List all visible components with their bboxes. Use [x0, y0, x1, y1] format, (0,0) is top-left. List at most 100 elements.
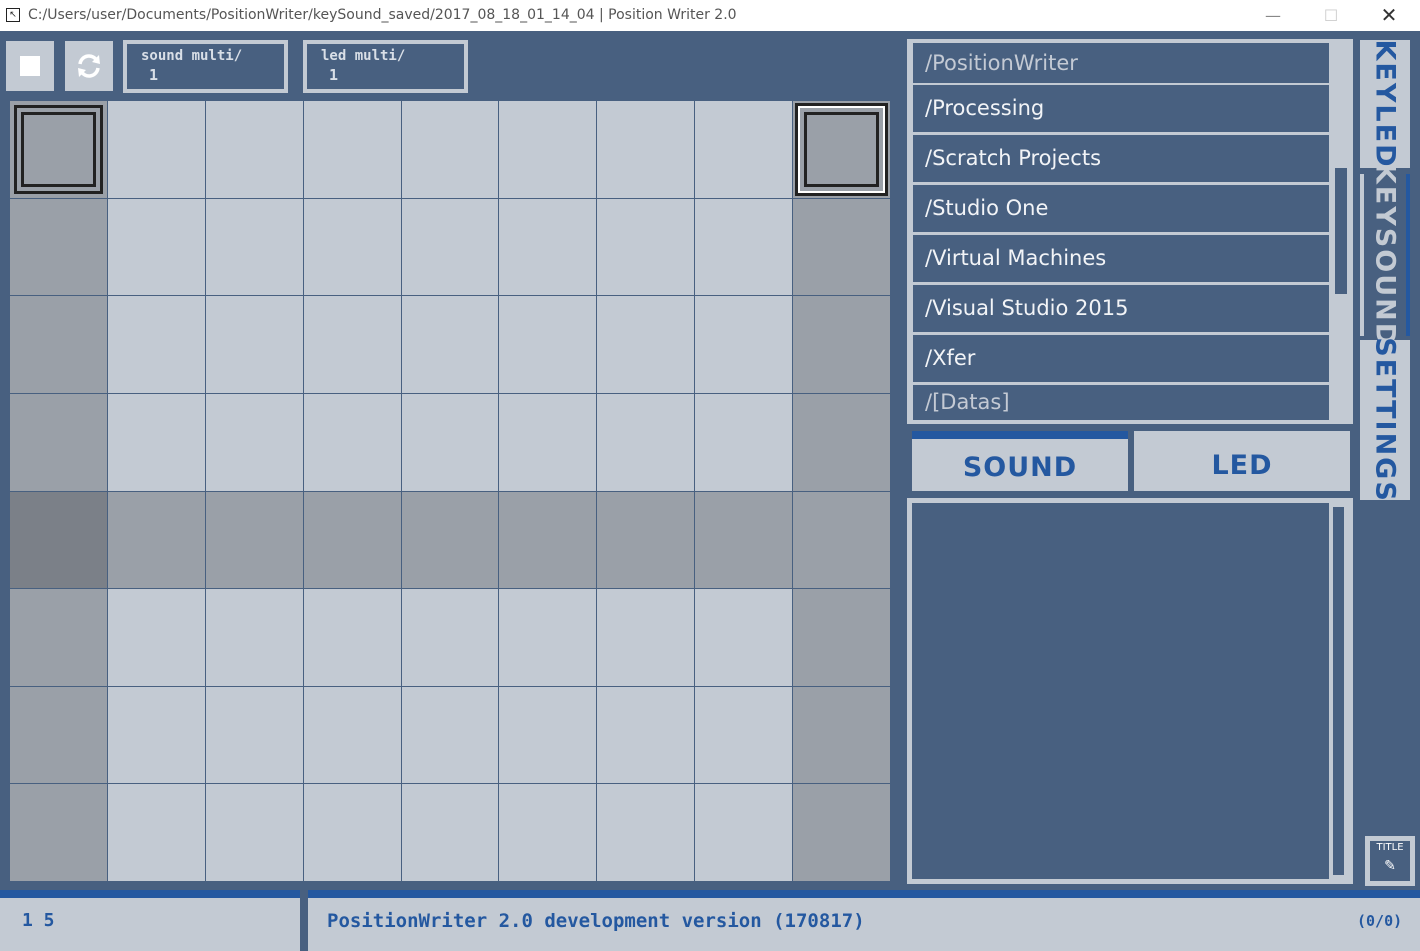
pad-cell[interactable] — [303, 491, 401, 589]
tab-keysound[interactable]: KEYSOUND — [1360, 163, 1410, 347]
pad-cell[interactable] — [107, 101, 205, 198]
pad-cell[interactable] — [597, 784, 695, 881]
pad-cell[interactable] — [205, 393, 303, 491]
tab-sound[interactable]: SOUND — [912, 431, 1128, 491]
pad-cell[interactable] — [401, 686, 499, 784]
pad-cell[interactable] — [107, 589, 205, 686]
window-title: C:/Users/user/Documents/PositionWriter/k… — [28, 7, 737, 23]
pad-cell[interactable] — [793, 393, 890, 491]
pad-cell[interactable] — [499, 101, 597, 198]
reload-button[interactable] — [65, 41, 113, 91]
pad-cell[interactable] — [303, 686, 401, 784]
pad-cell[interactable] — [10, 491, 107, 589]
tab-settings[interactable]: SETTINGS — [1360, 337, 1410, 503]
file-item[interactable]: /Virtual Machines — [913, 235, 1329, 282]
pad-cell[interactable] — [10, 296, 107, 393]
pad-cell[interactable] — [10, 198, 107, 296]
pad-cell[interactable] — [695, 784, 793, 881]
pad-cell[interactable] — [793, 589, 890, 686]
stop-icon — [20, 56, 40, 76]
pad-cell[interactable] — [695, 491, 793, 589]
pad-cell[interactable] — [597, 491, 695, 589]
pad-cell[interactable] — [10, 101, 107, 198]
pad-cell[interactable] — [499, 296, 597, 393]
pad-cell[interactable] — [499, 491, 597, 589]
file-item[interactable]: /Xfer — [913, 335, 1329, 382]
pad-cell[interactable] — [401, 101, 499, 198]
pad-cell[interactable] — [499, 784, 597, 881]
minimize-button[interactable]: — — [1250, 0, 1296, 31]
tab-keyled[interactable]: KEYLED — [1360, 40, 1410, 168]
tab-keysound-label: KEYSOUND — [1369, 162, 1401, 348]
pad-cell[interactable] — [793, 686, 890, 784]
file-item[interactable]: /[Datas] — [913, 385, 1329, 420]
pad-cell[interactable] — [597, 198, 695, 296]
pad-cell[interactable] — [107, 393, 205, 491]
pad-cell[interactable] — [793, 101, 890, 198]
pad-cell[interactable] — [205, 296, 303, 393]
pad-cell[interactable] — [695, 198, 793, 296]
pad-cell[interactable] — [10, 589, 107, 686]
pad-cell[interactable] — [793, 296, 890, 393]
pad-cell[interactable] — [695, 686, 793, 784]
pad-cell[interactable] — [303, 589, 401, 686]
close-button[interactable]: ✕ — [1366, 0, 1412, 31]
pad-cell[interactable] — [499, 393, 597, 491]
app-icon: ↖ — [6, 8, 20, 22]
stop-button[interactable] — [6, 41, 54, 91]
file-item[interactable]: /Processing — [913, 85, 1329, 132]
pad-cell[interactable] — [107, 491, 205, 589]
pad-cell[interactable] — [10, 393, 107, 491]
pad-cell[interactable] — [597, 296, 695, 393]
file-item[interactable]: /Scratch Projects — [913, 135, 1329, 182]
pad-cell[interactable] — [107, 198, 205, 296]
file-item[interactable]: /PositionWriter — [913, 43, 1329, 83]
file-item[interactable]: /Visual Studio 2015 — [913, 285, 1329, 332]
pad-cell[interactable] — [499, 198, 597, 296]
pad-cell[interactable] — [303, 393, 401, 491]
pad-cell[interactable] — [401, 393, 499, 491]
sound-list-panel — [907, 498, 1353, 884]
pad-cell[interactable] — [695, 101, 793, 198]
pad-cell[interactable] — [597, 686, 695, 784]
pad-cell[interactable] — [597, 589, 695, 686]
tab-led[interactable]: LED — [1134, 431, 1350, 491]
pad-cell[interactable] — [303, 296, 401, 393]
pad-cell[interactable] — [205, 198, 303, 296]
pad-cell[interactable] — [695, 296, 793, 393]
pad-cell[interactable] — [793, 491, 890, 589]
pad-cell[interactable] — [303, 198, 401, 296]
file-item[interactable]: /Studio One — [913, 185, 1329, 232]
pad-cell[interactable] — [205, 589, 303, 686]
pad-cell[interactable] — [499, 686, 597, 784]
pad-cell[interactable] — [401, 491, 499, 589]
pad-cell[interactable] — [303, 101, 401, 198]
maximize-button[interactable]: ☐ — [1308, 0, 1354, 31]
pad-cell[interactable] — [107, 296, 205, 393]
pad-cell[interactable] — [107, 686, 205, 784]
pad-cell[interactable] — [401, 784, 499, 881]
pad-cell[interactable] — [10, 784, 107, 881]
tab-keyled-label: KEYLED — [1369, 39, 1401, 169]
pad-cell[interactable] — [205, 686, 303, 784]
pad-cell[interactable] — [10, 686, 107, 784]
pad-cell[interactable] — [597, 101, 695, 198]
pad-cell[interactable] — [499, 589, 597, 686]
pad-cell[interactable] — [401, 296, 499, 393]
file-list-scroll-thumb[interactable] — [1335, 168, 1347, 294]
pad-cell[interactable] — [205, 784, 303, 881]
pad-cell[interactable] — [303, 784, 401, 881]
pad-cell[interactable] — [597, 393, 695, 491]
pad-cell[interactable] — [695, 589, 793, 686]
led-multi-field[interactable]: led multi/ 1 — [303, 40, 468, 93]
sound-multi-field[interactable]: sound multi/ 1 — [123, 40, 288, 93]
pad-cell[interactable] — [205, 101, 303, 198]
pad-cell[interactable] — [205, 491, 303, 589]
pad-cell[interactable] — [793, 784, 890, 881]
title-edit-button[interactable]: TITLE ✎ — [1365, 836, 1415, 886]
pad-cell[interactable] — [107, 784, 205, 881]
pad-cell[interactable] — [793, 198, 890, 296]
pad-cell[interactable] — [695, 393, 793, 491]
pad-cell[interactable] — [401, 589, 499, 686]
pad-cell[interactable] — [401, 198, 499, 296]
